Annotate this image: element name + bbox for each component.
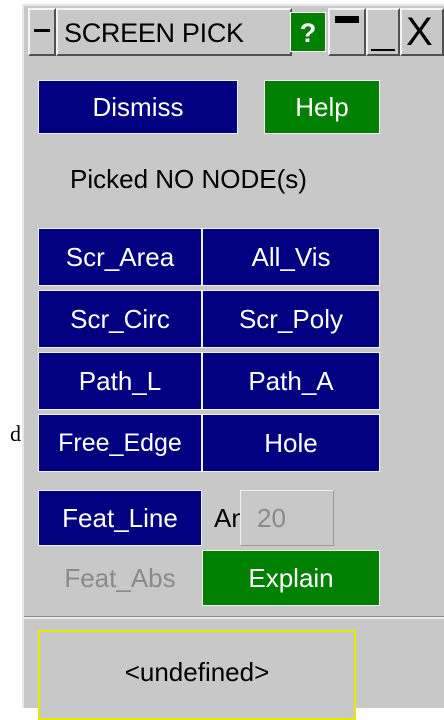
hole-button[interactable]: Hole xyxy=(202,414,380,472)
minimize-button[interactable] xyxy=(328,8,366,56)
title-bar: SCREEN PICK ? X xyxy=(24,6,444,60)
scr-poly-button[interactable]: Scr_Poly xyxy=(202,290,380,348)
minimize-icon xyxy=(335,16,359,23)
feat-abs-button[interactable]: Feat_Abs xyxy=(38,550,202,606)
free-edge-button[interactable]: Free_Edge xyxy=(38,414,202,472)
dash-icon xyxy=(34,29,50,32)
feat-line-button[interactable]: Feat_Line xyxy=(38,490,202,546)
dismiss-button[interactable]: Dismiss xyxy=(38,80,238,134)
angle-input[interactable]: 20 xyxy=(240,490,334,546)
help-button[interactable]: Help xyxy=(264,80,380,134)
section-divider xyxy=(24,616,444,619)
explain-button[interactable]: Explain xyxy=(202,550,380,606)
scr-circ-button[interactable]: Scr_Circ xyxy=(38,290,202,348)
help-question-button[interactable]: ? xyxy=(290,12,326,52)
maximize-button[interactable] xyxy=(366,8,400,56)
window-menu-button[interactable] xyxy=(28,8,56,56)
maximize-icon xyxy=(371,49,395,51)
close-button[interactable]: X xyxy=(400,8,444,56)
scr-area-button[interactable]: Scr_Area xyxy=(38,228,202,286)
path-a-button[interactable]: Path_A xyxy=(202,352,380,410)
pick-status-text: Picked NO NODE(s) xyxy=(70,164,307,194)
stray-character: d xyxy=(10,421,21,446)
picked-output-box: <undefined> xyxy=(38,630,356,720)
close-icon: X xyxy=(406,10,433,54)
window-title-box: SCREEN PICK xyxy=(56,8,292,56)
screen-pick-panel: SCREEN PICK ? X Dismiss Help Picked NO N… xyxy=(22,4,444,720)
path-l-button[interactable]: Path_L xyxy=(38,352,202,410)
all-vis-button[interactable]: All_Vis xyxy=(202,228,380,286)
window-title: SCREEN PICK xyxy=(64,18,244,48)
